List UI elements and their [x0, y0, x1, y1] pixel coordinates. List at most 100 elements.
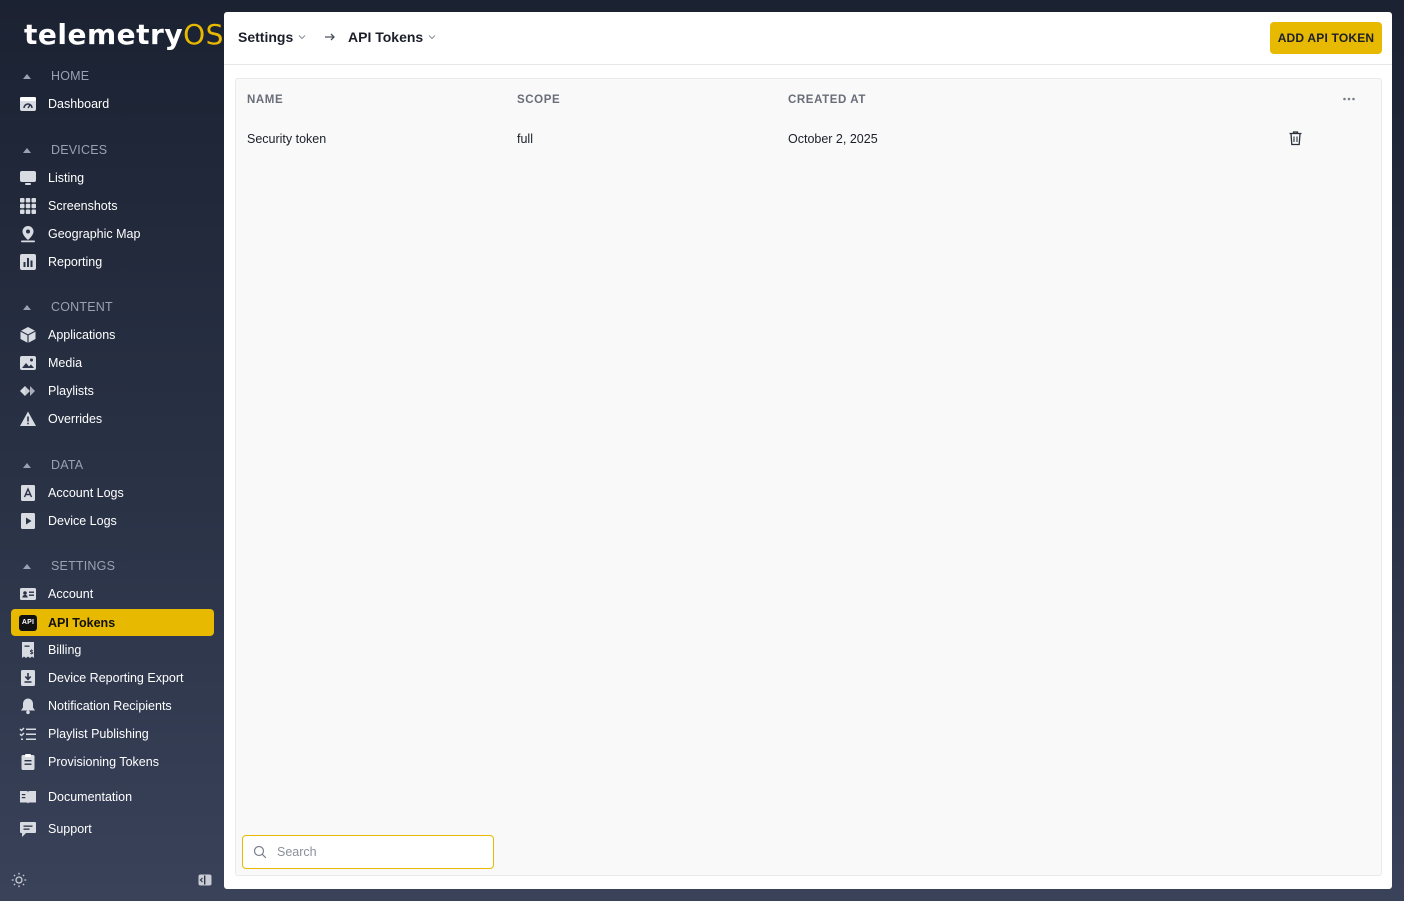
section-settings-label: SETTINGS — [51, 559, 116, 573]
logo-suffix-text: OS — [183, 18, 224, 51]
sidebar-item-label: Geographic Map — [48, 226, 141, 241]
book-icon — [19, 788, 37, 806]
sidebar-item-label: Screenshots — [48, 198, 118, 213]
sidebar-item-device-logs[interactable]: Device Logs — [11, 507, 214, 534]
section-settings[interactable]: SETTINGS — [20, 556, 115, 576]
cell-token-name: Security token — [247, 132, 327, 146]
sidebar-item-label: Dashboard — [48, 96, 110, 111]
download-icon — [19, 669, 37, 687]
section-devices[interactable]: DEVICES — [20, 140, 107, 160]
svg-text:$: $ — [30, 649, 34, 656]
dashboard-icon — [19, 95, 37, 113]
sidebar-item-label: Reporting — [48, 254, 103, 269]
monitor-icon — [19, 169, 37, 187]
sidebar-item-label: Device Reporting Export — [48, 670, 184, 685]
sidebar-item-label: Applications — [48, 327, 116, 342]
chat-icon — [19, 820, 37, 838]
search-input[interactable] — [277, 845, 477, 859]
section-devices-label: DEVICES — [51, 143, 108, 157]
main-panel: Settings API Tokens ADD API TOKEN NAME S… — [224, 12, 1392, 889]
more-options-icon[interactable] — [1342, 94, 1356, 104]
sidebar-item-label: Listing — [48, 170, 85, 185]
receipt-icon: $ — [19, 641, 37, 659]
sidebar-item-applications[interactable]: Applications — [11, 321, 214, 348]
sidebar-item-listing[interactable]: Listing — [11, 164, 214, 191]
section-content[interactable]: CONTENT — [20, 297, 113, 317]
sidebar-item-label: Provisioning Tokens — [48, 754, 159, 769]
column-header-created-at[interactable]: CREATED AT — [788, 94, 866, 106]
sidebar-item-reporting[interactable]: Reporting — [11, 248, 214, 275]
trash-icon[interactable] — [1288, 130, 1303, 146]
sidebar-item-screenshots[interactable]: Screenshots — [11, 192, 214, 219]
top-bar: Settings API Tokens ADD API TOKEN — [224, 12, 1392, 65]
sidebar-item-playlist-publishing[interactable]: Playlist Publishing — [11, 720, 214, 747]
checklist-icon — [19, 725, 37, 743]
section-data[interactable]: DATA — [20, 455, 83, 475]
sidebar-item-label: Documentation — [48, 789, 133, 804]
bar-chart-icon — [19, 253, 37, 271]
column-header-scope[interactable]: SCOPE — [517, 94, 560, 106]
chevron-down-icon — [298, 35, 306, 40]
collapse-caret-icon — [23, 147, 31, 153]
cell-token-scope: full — [517, 132, 533, 146]
sidebar: telemetryOS HOME Dashboard DEVICES Listi… — [0, 0, 224, 901]
sidebar-item-geographic-map[interactable]: Geographic Map — [11, 220, 214, 247]
breadcrumb-settings-label: Settings — [238, 29, 294, 45]
theme-toggle-sun-icon[interactable] — [11, 872, 27, 888]
image-icon — [19, 354, 37, 372]
api-badge-text: API — [19, 614, 37, 631]
logo[interactable]: telemetryOS — [24, 18, 224, 51]
sidebar-item-label: Playlist Publishing — [48, 726, 149, 741]
bell-icon — [19, 697, 37, 715]
sidebar-item-api-tokens[interactable]: API API Tokens — [11, 609, 214, 636]
playlist-icon — [19, 382, 37, 400]
account-log-icon — [19, 484, 37, 502]
breadcrumb-api-tokens[interactable]: API Tokens — [348, 29, 436, 45]
api-icon: API — [19, 614, 37, 632]
search-icon — [253, 845, 267, 859]
chevron-down-icon — [428, 35, 436, 40]
section-home[interactable]: HOME — [20, 66, 89, 86]
sidebar-item-support[interactable]: Support — [11, 815, 214, 842]
sidebar-item-overrides[interactable]: Overrides — [11, 405, 214, 432]
sidebar-item-playlists[interactable]: Playlists — [11, 377, 214, 404]
sidebar-item-label: Overrides — [48, 411, 103, 426]
clipboard-icon — [19, 753, 37, 771]
add-api-token-button[interactable]: ADD API TOKEN — [1270, 22, 1382, 54]
cell-token-created-at: October 2, 2025 — [788, 132, 878, 146]
sidebar-item-notification-recipients[interactable]: Notification Recipients — [11, 692, 214, 719]
id-card-icon — [19, 585, 37, 603]
collapse-sidebar-icon[interactable] — [197, 872, 213, 888]
sidebar-item-label: Media — [48, 355, 83, 370]
sidebar-item-account-logs[interactable]: Account Logs — [11, 479, 214, 506]
search-field[interactable] — [242, 835, 494, 869]
sidebar-item-device-reporting-export[interactable]: Device Reporting Export — [11, 664, 214, 691]
sidebar-item-label: Device Logs — [48, 513, 117, 528]
collapse-caret-icon — [23, 462, 31, 468]
sidebar-item-documentation[interactable]: Documentation — [11, 783, 214, 810]
sidebar-item-label: Playlists — [48, 383, 94, 398]
logo-main-text: telemetry — [24, 18, 184, 51]
sidebar-item-label: Billing — [48, 642, 82, 657]
map-pin-icon — [19, 225, 37, 243]
sidebar-item-label: Notification Recipients — [48, 698, 172, 713]
sidebar-item-media[interactable]: Media — [11, 349, 214, 376]
arrow-right-icon — [325, 33, 335, 41]
cube-icon — [19, 326, 37, 344]
sidebar-item-account[interactable]: Account — [11, 580, 214, 607]
sidebar-item-label: Account — [48, 586, 94, 601]
collapse-caret-icon — [23, 563, 31, 569]
sidebar-item-dashboard[interactable]: Dashboard — [11, 90, 214, 117]
sidebar-item-billing[interactable]: $ Billing — [11, 636, 214, 663]
tokens-table: NAME SCOPE CREATED AT Security token ful… — [235, 78, 1382, 876]
breadcrumb-api-tokens-label: API Tokens — [348, 29, 424, 45]
sidebar-item-label: API Tokens — [48, 615, 116, 630]
collapse-caret-icon — [23, 304, 31, 310]
section-data-label: DATA — [51, 458, 84, 472]
collapse-caret-icon — [23, 73, 31, 79]
section-home-label: HOME — [51, 69, 90, 83]
sidebar-item-provisioning-tokens[interactable]: Provisioning Tokens — [11, 748, 214, 775]
breadcrumb-settings[interactable]: Settings — [238, 29, 306, 45]
column-header-name[interactable]: NAME — [247, 94, 283, 106]
grid-icon — [19, 197, 37, 215]
